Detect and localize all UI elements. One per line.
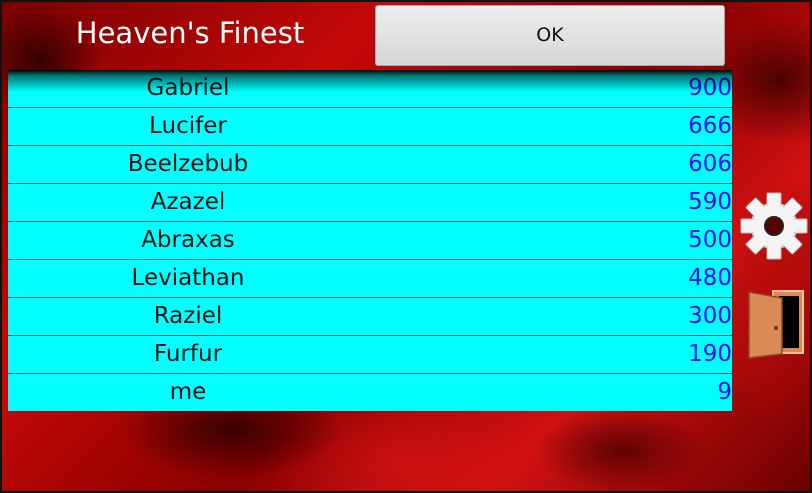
- player-name: Lucifer: [149, 113, 227, 139]
- player-name: Abraxas: [141, 227, 235, 253]
- exit-button[interactable]: [746, 288, 806, 360]
- player-score: 900: [688, 75, 732, 101]
- list-item[interactable]: Raziel 300: [8, 298, 732, 336]
- list-item[interactable]: Abraxas 500: [8, 222, 732, 260]
- list-item[interactable]: me 9: [8, 374, 732, 411]
- player-name: Azazel: [150, 189, 226, 215]
- player-name: Gabriel: [146, 75, 230, 101]
- player-name: Furfur: [153, 341, 223, 367]
- player-score: 300: [688, 303, 732, 329]
- player-score: 590: [688, 189, 732, 215]
- player-name: Beelzebub: [127, 151, 249, 177]
- player-name: me: [169, 379, 207, 405]
- settings-button[interactable]: [740, 192, 808, 260]
- player-score: 190: [688, 341, 732, 367]
- player-score: 9: [717, 379, 732, 405]
- leaderboard-list[interactable]: Gabriel 900 Lucifer 666 Beelzebub 606 Az…: [8, 70, 732, 411]
- ok-button[interactable]: OK: [375, 5, 725, 66]
- player-score: 606: [688, 151, 732, 177]
- player-score: 480: [688, 265, 732, 291]
- list-item[interactable]: Lucifer 666: [8, 108, 732, 146]
- list-item[interactable]: Furfur 190: [8, 336, 732, 374]
- player-score: 666: [688, 113, 732, 139]
- list-item[interactable]: Beelzebub 606: [8, 146, 732, 184]
- page-title: Heaven's Finest: [75, 16, 305, 50]
- player-name: Leviathan: [131, 265, 245, 291]
- list-item[interactable]: Gabriel 900: [8, 70, 732, 108]
- gear-icon: [740, 192, 808, 260]
- open-door-icon: [748, 290, 804, 359]
- player-name: Raziel: [153, 303, 223, 329]
- list-item[interactable]: Leviathan 480: [8, 260, 732, 298]
- player-score: 500: [688, 227, 732, 253]
- list-item[interactable]: Azazel 590: [8, 184, 732, 222]
